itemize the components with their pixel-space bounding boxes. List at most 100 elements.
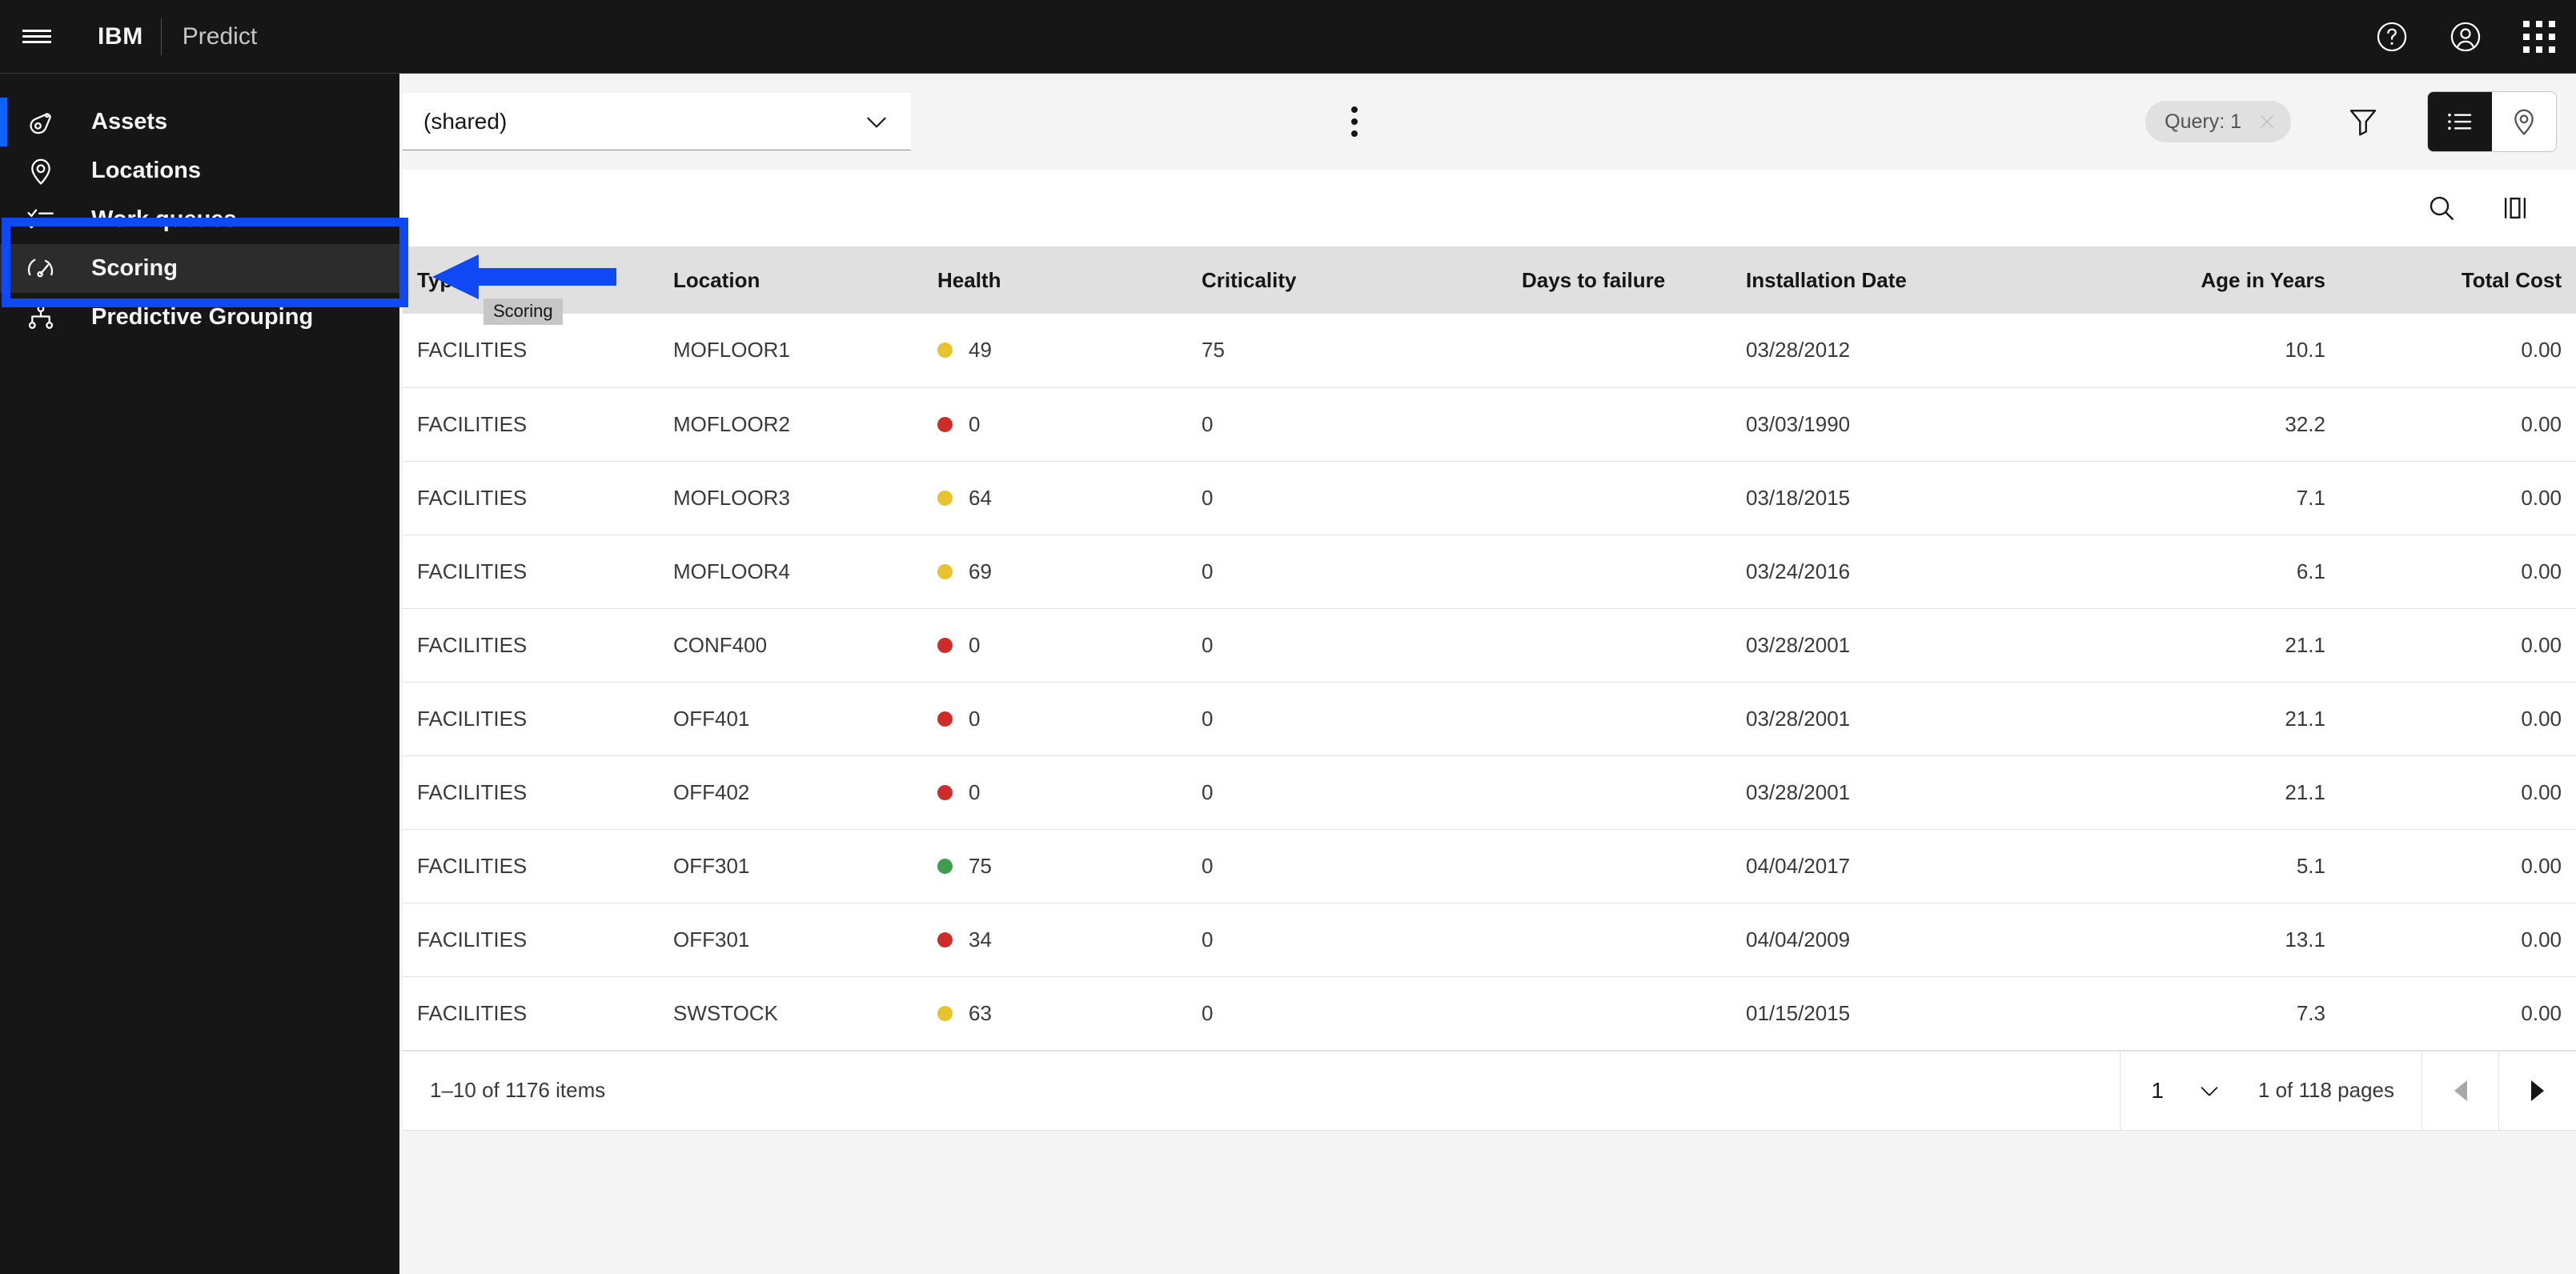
cell-age-in-years: 10.1 — [2068, 314, 2340, 388]
cell-installation-date: 03/28/2012 — [1731, 314, 2068, 388]
map-pin-view-icon[interactable] — [2492, 92, 2556, 151]
table-row[interactable]: FACILITIES MOFLOOR1 49 75 03/28/2012 10.1 0.00 — [403, 314, 2576, 388]
cell-total-cost: 0.00 — [2340, 976, 2576, 1051]
column-header-location[interactable]: Location — [659, 246, 923, 314]
health-value: 34 — [969, 927, 992, 951]
sidebar-item-work-queues[interactable]: Work queues — [0, 195, 399, 244]
cell-type: FACILITIES — [403, 829, 659, 903]
cell-criticality: 0 — [1187, 535, 1507, 609]
filter-funnel-icon[interactable] — [2331, 90, 2395, 154]
health-status-dot — [937, 931, 953, 947]
toolbar-right-actions: Query: 1 — [2145, 90, 2557, 154]
table-row[interactable]: FACILITIES CONF400 0 0 03/28/2001 21.1 0.00 — [403, 608, 2576, 683]
cell-installation-date: 01/15/2015 — [1731, 976, 2068, 1051]
sidebar-item-predictive-grouping[interactable]: Predictive Grouping — [0, 293, 399, 342]
cell-criticality: 0 — [1187, 387, 1507, 462]
app-name[interactable]: Predict — [162, 23, 257, 50]
health-value: 0 — [969, 706, 981, 731]
close-icon[interactable] — [2254, 109, 2280, 134]
sidebar-item-assets[interactable]: Assets — [0, 98, 399, 146]
query-filter-badge[interactable]: Query: 1 — [2145, 101, 2291, 142]
cell-total-cost: 0.00 — [2340, 903, 2576, 977]
page-number-value: 1 — [2151, 1077, 2164, 1103]
chevron-down-icon — [2201, 1086, 2218, 1096]
active-accent-bar — [0, 98, 7, 146]
cell-health: 0 — [923, 755, 1187, 830]
column-header-age-in-years[interactable]: Age in Years — [2068, 246, 2340, 314]
list-view-icon[interactable] — [2428, 92, 2492, 151]
cell-health: 34 — [923, 903, 1187, 977]
sidebar-item-locations[interactable]: Locations — [0, 146, 399, 195]
brand-ibm[interactable]: IBM — [74, 23, 161, 50]
cell-criticality: 0 — [1187, 682, 1507, 756]
health-status-dot — [937, 343, 953, 359]
caret-left-icon[interactable] — [2422, 1051, 2499, 1130]
cell-criticality: 0 — [1187, 755, 1507, 830]
cell-type: FACILITIES — [403, 976, 659, 1051]
table-row[interactable]: FACILITIES MOFLOOR2 0 0 03/03/1990 32.2 0.00 — [403, 387, 2576, 462]
cell-type: FACILITIES — [403, 755, 659, 830]
cell-type: FACILITIES — [403, 387, 659, 462]
health-status-dot — [937, 858, 953, 874]
application-window: IBM Predict (shared) Query: 1 Type Locat… — [0, 0, 2576, 1274]
map-pin-icon — [26, 156, 74, 186]
cell-installation-date: 03/24/2016 — [1731, 535, 2068, 609]
search-icon[interactable] — [2405, 171, 2478, 245]
table-row[interactable]: FACILITIES MOFLOOR3 64 0 03/18/2015 7.1 0.00 — [403, 461, 2576, 535]
cell-total-cost: 0.00 — [2340, 608, 2576, 683]
table-row[interactable]: FACILITIES OFF402 0 0 03/28/2001 21.1 0.00 — [403, 755, 2576, 830]
table-row[interactable]: FACILITIES OFF401 0 0 03/28/2001 21.1 0.00 — [403, 682, 2576, 756]
table-pagination: 1–10 of 1176 items 1 1 of 118 pages — [403, 1050, 2576, 1131]
cell-days-to-failure — [1507, 535, 1731, 609]
cell-criticality: 0 — [1187, 461, 1507, 535]
page-number-select[interactable]: 1 — [2121, 1052, 2252, 1130]
sidebar-item-label: Work queues — [91, 206, 237, 232]
column-header-total-cost[interactable]: Total Cost — [2340, 246, 2576, 314]
column-settings-icon[interactable] — [2478, 171, 2552, 245]
cell-health: 0 — [923, 387, 1187, 462]
column-header-criticality[interactable]: Criticality — [1187, 246, 1507, 314]
health-value: 69 — [969, 559, 992, 583]
cell-criticality: 75 — [1187, 314, 1507, 388]
sidebar-item-label: Scoring — [91, 255, 178, 281]
table-row[interactable]: FACILITIES MOFLOOR4 69 0 03/24/2016 6.1 0.00 — [403, 535, 2576, 609]
left-navigation-sidebar: Assets Locations Work queues Scoring Pre… — [0, 74, 399, 1274]
cell-type: FACILITIES — [403, 535, 659, 609]
health-value: 63 — [969, 1000, 992, 1025]
cell-age-in-years: 6.1 — [2068, 535, 2340, 609]
cell-location: MOFLOOR4 — [659, 535, 923, 609]
pagination-pages-summary: 1 of 118 pages — [2252, 1051, 2422, 1130]
cell-total-cost: 0.00 — [2340, 755, 2576, 830]
sidebar-item-scoring[interactable]: Scoring — [0, 244, 399, 293]
health-status-dot — [937, 490, 953, 506]
content-toolbar: (shared) Query: 1 — [399, 74, 2576, 170]
column-header-days-to-failure[interactable]: Days to failure — [1507, 246, 1731, 314]
cell-total-cost: 0.00 — [2340, 314, 2576, 388]
cell-days-to-failure — [1507, 829, 1731, 903]
cell-health: 49 — [923, 314, 1187, 388]
table-row[interactable]: FACILITIES SWSTOCK 63 0 01/15/2015 7.3 0.00 — [403, 976, 2576, 1051]
cell-health: 0 — [923, 682, 1187, 756]
column-header-health[interactable]: Health — [923, 246, 1187, 314]
health-value: 0 — [969, 632, 981, 657]
cell-total-cost: 0.00 — [2340, 461, 2576, 535]
hamburger-menu-icon[interactable] — [0, 0, 74, 74]
cell-age-in-years: 7.3 — [2068, 976, 2340, 1051]
cell-health: 69 — [923, 535, 1187, 609]
view-mode-toggle — [2427, 91, 2557, 152]
cell-total-cost: 0.00 — [2340, 829, 2576, 903]
column-header-installation-date[interactable]: Installation Date — [1731, 246, 2068, 314]
app-switcher-grid-icon[interactable] — [2502, 0, 2576, 74]
cell-location: MOFLOOR3 — [659, 461, 923, 535]
caret-right-icon[interactable] — [2499, 1052, 2576, 1130]
table-row[interactable]: FACILITIES OFF301 75 0 04/04/2017 5.1 0.00 — [403, 829, 2576, 903]
chevron-down-icon — [867, 117, 886, 127]
cell-criticality: 0 — [1187, 976, 1507, 1051]
user-avatar-icon[interactable] — [2429, 0, 2502, 74]
shared-dataset-select[interactable]: (shared) — [403, 93, 911, 150]
cell-criticality: 0 — [1187, 903, 1507, 977]
overflow-menu-vertical-icon[interactable] — [1332, 99, 1377, 144]
help-circle-icon[interactable] — [2355, 0, 2429, 74]
table-row[interactable]: FACILITIES OFF301 34 0 04/04/2009 13.1 0.00 — [403, 903, 2576, 977]
page-background-filler — [399, 1200, 2576, 1274]
